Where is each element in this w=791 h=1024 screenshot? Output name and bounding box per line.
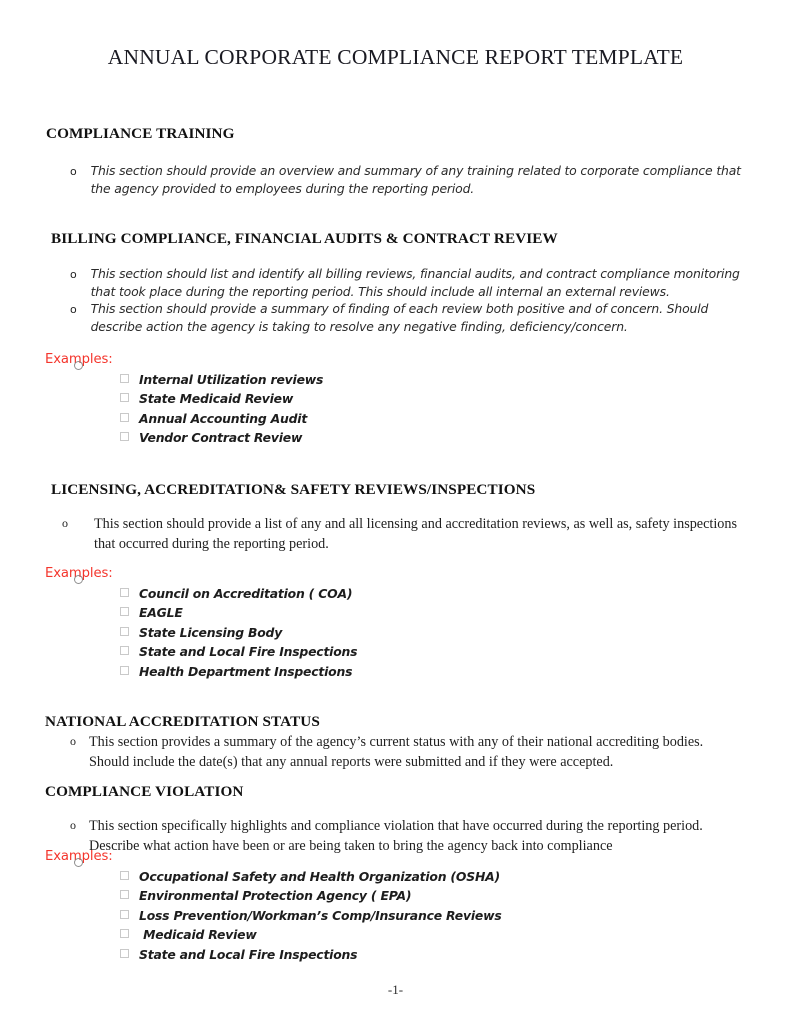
examples-checklist: Occupational Safety and Health Organizat… [120, 869, 502, 966]
anchor-dot-icon [74, 858, 83, 867]
list-item-label: EAGLE [139, 605, 183, 621]
bullet-row: o This section specifically highlights a… [70, 816, 742, 856]
checkbox-icon[interactable] [120, 374, 129, 383]
list-item-label: State and Local Fire Inspections [139, 644, 358, 660]
list-item[interactable]: Annual Accounting Audit [120, 411, 323, 430]
checkbox-icon[interactable] [120, 909, 129, 919]
anchor-dot-icon [74, 361, 83, 370]
examples-checklist: Council on Accreditation ( COA) EAGLE St… [120, 586, 358, 683]
list-item-label: Annual Accounting Audit [139, 410, 308, 426]
bullet-marker-icon: o [70, 303, 77, 316]
list-item[interactable]: Loss Prevention/Workman’s Comp/Insurance… [120, 908, 502, 927]
bullet-marker-icon: o [62, 516, 68, 530]
page-number-footer: -1- [387, 982, 404, 997]
document-title: ANNUAL CORPORATE COMPLIANCE REPORT TEMPL… [107, 45, 684, 69]
bullet-marker-icon: o [70, 268, 77, 281]
checkbox-icon[interactable] [120, 665, 129, 675]
list-item[interactable]: Medicaid Review [120, 927, 502, 946]
list-item-label: Occupational Safety and Health Organizat… [139, 869, 500, 884]
bullet-text: This section should provide a list of an… [94, 516, 737, 553]
list-item[interactable]: State and Local Fire Inspections [120, 644, 358, 663]
bullet-row: o This section provides a summary of the… [70, 732, 742, 772]
list-item-label: Loss Prevention/Workman’s Comp/Insurance… [139, 907, 502, 923]
checkbox-icon[interactable] [120, 929, 129, 939]
document-page: ANNUAL CORPORATE COMPLIANCE REPORT TEMPL… [0, 0, 791, 1024]
section-heading-licensing-accreditation: LICENSING, ACCREDITATION& SAFETY REVIEWS… [51, 481, 536, 498]
anchor-dot-icon [74, 575, 83, 584]
checkbox-icon[interactable] [120, 890, 129, 900]
checkbox-icon[interactable] [120, 646, 129, 656]
examples-checklist: Internal Utilization reviews State Medic… [120, 372, 323, 450]
section-heading-compliance-training: COMPLIANCE TRAINING [46, 125, 235, 142]
list-item[interactable]: Health Department Inspections [120, 664, 357, 683]
list-item[interactable]: State Licensing Body [120, 625, 357, 644]
list-item-label: State and Local Fire Inspections [139, 946, 358, 962]
bullet-marker-icon: o [70, 165, 77, 178]
bullet-text: This section provides a summary of the a… [89, 734, 704, 771]
bullet-row: o This section should provide an overvie… [70, 162, 750, 198]
bullet-text: This section should list and identify al… [90, 266, 740, 299]
list-item[interactable]: State Medicaid Review [120, 391, 323, 410]
list-item[interactable]: Council on Accreditation ( COA) [120, 586, 357, 605]
list-item[interactable]: EAGLE [120, 605, 357, 624]
checkbox-icon[interactable] [120, 871, 129, 880]
bullet-text: This section specifically highlights and… [89, 818, 703, 855]
bullet-text: This section should provide a summary of… [90, 301, 709, 334]
checkbox-icon[interactable] [120, 626, 129, 636]
section-heading-national-accreditation-status: NATIONAL ACCREDITATION STATUS [45, 713, 320, 730]
list-item-label: State Licensing Body [139, 624, 283, 640]
checkbox-icon[interactable] [120, 393, 129, 403]
list-item[interactable]: Vendor Contract Review [120, 430, 323, 449]
bullet-row: o This section should provide a list of … [62, 514, 744, 554]
list-item-label: Health Department Inspections [139, 663, 353, 679]
bullet-row: o This section should provide a summary … [70, 300, 748, 336]
list-item-label: State Medicaid Review [139, 391, 294, 407]
checkbox-icon[interactable] [120, 432, 129, 442]
checkbox-icon[interactable] [120, 948, 129, 958]
checkbox-icon[interactable] [120, 607, 129, 617]
section-heading-billing-compliance: BILLING COMPLIANCE, FINANCIAL AUDITS & C… [51, 230, 558, 247]
checkbox-icon[interactable] [120, 588, 129, 597]
list-item-label: Medicaid Review [139, 927, 257, 943]
bullet-marker-icon: o [70, 818, 76, 832]
list-item-label: Environmental Protection Agency ( EPA) [139, 888, 412, 904]
list-item-label: Council on Accreditation ( COA) [139, 586, 353, 601]
list-item[interactable]: Internal Utilization reviews [120, 372, 323, 391]
list-item-label: Vendor Contract Review [139, 430, 303, 446]
bullet-row: o This section should list and identify … [70, 265, 748, 301]
checkbox-icon[interactable] [120, 412, 129, 422]
list-item[interactable]: State and Local Fire Inspections [120, 947, 502, 966]
list-item-label: Internal Utilization reviews [139, 372, 324, 387]
list-item[interactable]: Environmental Protection Agency ( EPA) [120, 888, 502, 907]
bullet-marker-icon: o [70, 734, 76, 748]
section-heading-compliance-violation: COMPLIANCE VIOLATION [45, 783, 244, 800]
list-item[interactable]: Occupational Safety and Health Organizat… [120, 869, 502, 888]
bullet-text: This section should provide an overview … [90, 163, 741, 196]
